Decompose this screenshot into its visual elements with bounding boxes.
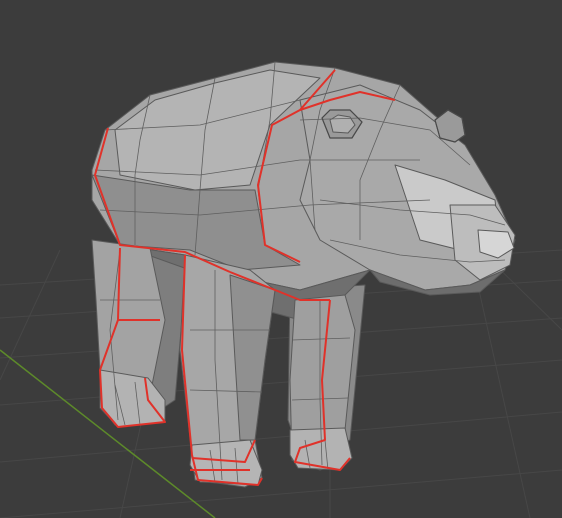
bear-mesh[interactable]	[91, 61, 516, 488]
3d-viewport[interactable]	[0, 0, 562, 518]
viewport-canvas[interactable]	[0, 0, 562, 518]
